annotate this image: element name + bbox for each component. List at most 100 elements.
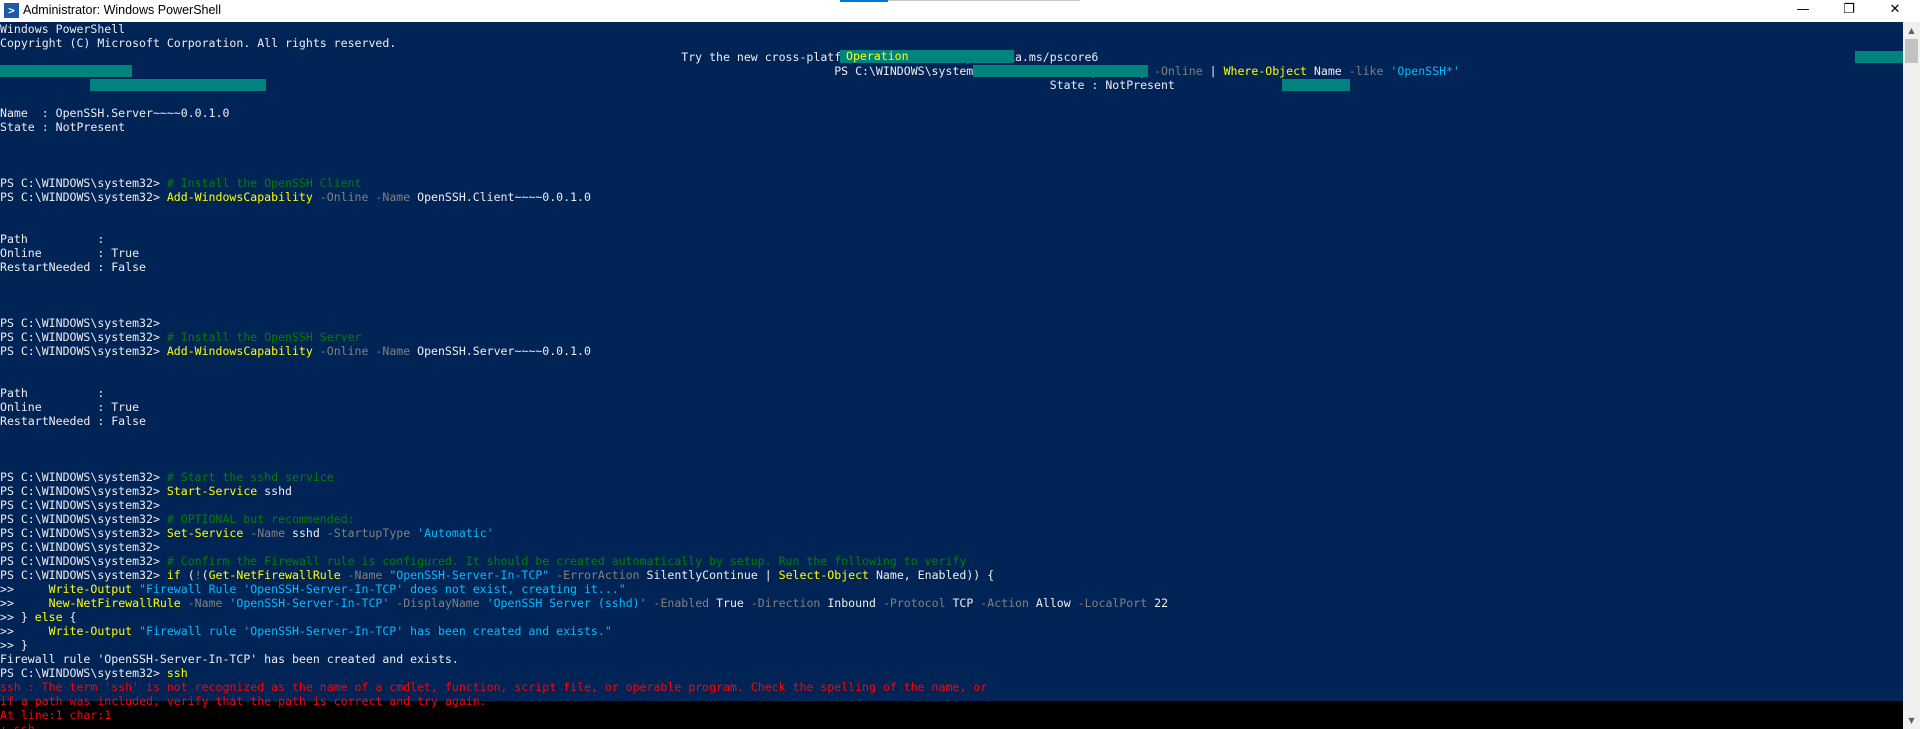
console-line: >> } else { xyxy=(0,610,76,624)
console-text: -Name xyxy=(340,568,383,582)
scroll-down-icon[interactable]: ▼ xyxy=(1903,712,1920,729)
console-text: PS C:\WINDOWS\system32> xyxy=(0,344,167,358)
console-text: | xyxy=(1202,64,1224,78)
console-line: PS C:\WINDOWS\system32> if (!(Get-NetFir… xyxy=(0,568,994,582)
console-text: PS C:\WINDOWS\system32> xyxy=(681,64,1002,78)
console-text: -Enabled xyxy=(646,596,710,610)
titlebar-divider xyxy=(888,0,1080,1)
console-text: OpenSSH.Client~~~~0.0.1.0 xyxy=(410,190,591,204)
console-line: Windows PowerShell xyxy=(0,22,125,36)
console-text: "Firewall rule 'OpenSSH-Server-In-TCP' h… xyxy=(132,624,612,638)
console-text: PS C:\WINDOWS\system32> xyxy=(0,568,167,582)
console-text: Online : True xyxy=(0,246,140,260)
console-text: PS C:\WINDOWS\system32> xyxy=(0,316,160,330)
vertical-scrollbar[interactable]: ▲ ▼ xyxy=(1903,22,1920,729)
console-text: if a path was included, verify that the … xyxy=(0,694,487,708)
console-text: if xyxy=(166,568,181,582)
console-text: 'OpenSSH Server (sshd)' xyxy=(479,596,647,610)
console-text: PS C:\WINDOWS\system32> xyxy=(0,176,167,190)
console-line: Online : True xyxy=(0,246,139,260)
console-text: ssh : The term 'ssh' is not recognized a… xyxy=(0,680,988,694)
console-line: PS C:\WINDOWS\system32> # Install the Op… xyxy=(0,176,362,190)
console-text: PS C:\WINDOWS\system32> xyxy=(0,512,167,526)
console-text: 'OpenSSH*' xyxy=(1383,64,1460,78)
console-text: RestartNeeded : False xyxy=(0,414,146,428)
console-text: Name : OpenSSH.Server~~~~0.0.1.0 xyxy=(0,106,230,120)
console-text: -DisplayName xyxy=(389,596,480,610)
progress-bar-segment xyxy=(90,79,266,91)
console-text: Set-Service xyxy=(166,526,244,540)
console-text: Select-Object xyxy=(778,568,870,582)
console-line: Online : True xyxy=(0,400,139,414)
console-text: # OPTIONAL but recommended: xyxy=(166,512,355,526)
console-text: # Install the OpenSSH Client xyxy=(166,176,362,190)
minimize-button[interactable]: — xyxy=(1780,0,1826,22)
console-text: Inbound xyxy=(820,596,883,610)
console-text: -Direction xyxy=(750,596,821,610)
console-text: # Start the sshd service xyxy=(166,470,334,484)
console-text: PS C:\WINDOWS\system32> xyxy=(0,470,167,484)
console-text: ( xyxy=(201,568,209,582)
console-text: sshd xyxy=(257,484,292,498)
progress-bar-segment xyxy=(1282,79,1350,91)
console-text: { xyxy=(62,610,77,624)
console-text: PS C:\WINDOWS\system32> xyxy=(0,498,160,512)
console-line: Copyright (C) Microsoft Corporation. All… xyxy=(0,36,396,50)
console-text: At line:1 char:1 xyxy=(0,708,112,722)
console-text: SilentlyContinue | xyxy=(639,568,779,582)
console-line: >> Write-Output "Firewall rule 'OpenSSH-… xyxy=(0,624,612,638)
console-line: PS C:\WINDOWS\system32> Start-Service ss… xyxy=(0,484,292,498)
console-output[interactable]: Windows PowerShell Copyright (C) Microsof… xyxy=(0,22,1903,729)
console-text: -Action xyxy=(980,596,1029,610)
scrollbar-thumb[interactable] xyxy=(1905,39,1918,63)
console-text: New-NetFirewallRule xyxy=(48,596,181,610)
console-text: Windows PowerShell xyxy=(0,22,126,36)
scroll-up-icon[interactable]: ▲ xyxy=(1903,22,1920,39)
console-text: -StartupType xyxy=(326,526,411,540)
progress-bar-segment xyxy=(0,65,132,77)
console-text: sshd xyxy=(285,526,327,540)
console-text: TCP xyxy=(945,596,981,610)
console-text: -LocalPort xyxy=(1077,596,1148,610)
console-text: PS C:\WINDOWS\system32> xyxy=(0,190,167,204)
close-button[interactable]: ✕ xyxy=(1872,0,1918,22)
console-line: PS C:\WINDOWS\system32> xyxy=(0,540,160,554)
console-text: "Firewall Rule 'OpenSSH-Server-In-TCP' d… xyxy=(132,582,626,596)
console-text: ( xyxy=(180,568,195,582)
console-text: # Confirm the Firewall rule is configure… xyxy=(166,554,967,568)
console-text: PS C:\WINDOWS\system32> xyxy=(0,484,167,498)
console-text: 22 xyxy=(1147,596,1169,610)
console-text: # Install the OpenSSH Server xyxy=(166,330,362,344)
console-text: Add-WindowsCapability xyxy=(166,190,313,204)
window-title: Administrator: Windows PowerShell xyxy=(23,3,221,17)
console-text: -Name xyxy=(180,596,223,610)
console-text: PS C:\WINDOWS\system32> xyxy=(0,540,160,554)
console-line: PS C:\WINDOWS\system32> xyxy=(0,316,160,330)
console-line: >> New-NetFirewallRule -Name 'OpenSSH-Se… xyxy=(0,596,1168,610)
console-text: Online : True xyxy=(0,400,140,414)
console-text: >> xyxy=(0,582,49,596)
console-text: Where-Object xyxy=(1223,64,1307,78)
console-text: Allow xyxy=(1028,596,1078,610)
console-line: >> Write-Output "Firewall Rule 'OpenSSH-… xyxy=(0,582,626,596)
title-bar[interactable]: > Administrator: Windows PowerShell — ❐ … xyxy=(0,0,1920,23)
console-line: PS C:\WINDOWS\system32> # Start the sshd… xyxy=(0,470,334,484)
console-line: + ssh xyxy=(0,722,35,729)
powershell-icon: > xyxy=(4,3,19,18)
maximize-button[interactable]: ❐ xyxy=(1826,0,1872,22)
console-text: Start-Service xyxy=(166,484,258,498)
console-line: Path : xyxy=(0,386,104,400)
console-line: PS C:\WINDOWS\system32> Add-WindowsCapab… xyxy=(0,344,591,358)
console-text: PS C:\WINDOWS\system32> xyxy=(0,330,167,344)
console-text: PS C:\WINDOWS\system32> xyxy=(0,526,167,540)
console-text: RestartNeeded : False xyxy=(0,260,146,274)
console-line: PS C:\WINDOWS\system32> # OPTIONAL but r… xyxy=(0,512,355,526)
console-text: -Name xyxy=(243,526,286,540)
console-text: True xyxy=(709,596,751,610)
console-line: State : NotPresent xyxy=(0,120,125,134)
console-text: -like xyxy=(1348,64,1384,78)
console-text: State : NotPresent xyxy=(0,120,126,134)
console-line: At line:1 char:1 xyxy=(0,708,111,722)
progress-operation-label: Operation xyxy=(840,50,1014,63)
console-line: PS C:\WINDOWS\system32> Add-WindowsCapab… xyxy=(0,190,591,204)
